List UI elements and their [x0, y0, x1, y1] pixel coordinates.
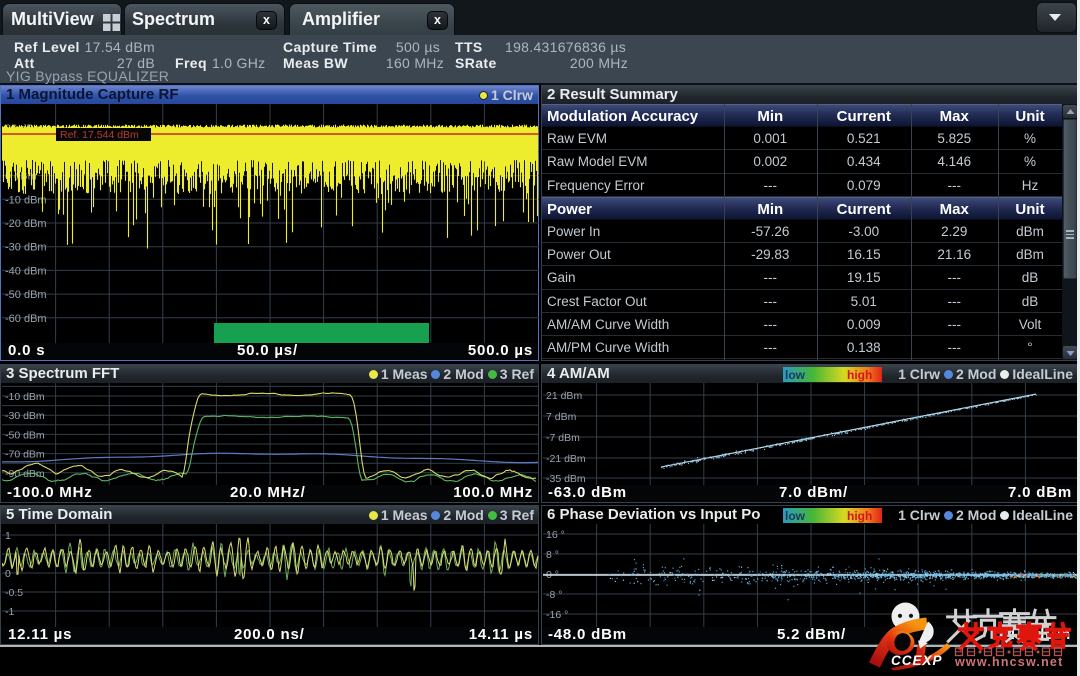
- svg-text:low: low: [785, 368, 806, 382]
- svg-text:-40 dBm: -40 dBm: [5, 265, 47, 277]
- svg-text:low: low: [785, 509, 806, 523]
- svg-text:-70 dBm: -70 dBm: [5, 449, 45, 461]
- svg-text:-1: -1: [5, 606, 14, 618]
- svg-text:1: 1: [5, 530, 11, 542]
- svg-text:CCEXP: CCEXP: [891, 653, 943, 668]
- svg-text:7 dBm: 7 dBm: [546, 411, 577, 423]
- svg-text:high: high: [847, 368, 872, 382]
- svg-text:-8 °: -8 °: [546, 589, 562, 601]
- svg-text:-30 dBm: -30 dBm: [5, 242, 47, 254]
- svg-text:-50 dBm: -50 dBm: [5, 429, 45, 441]
- svg-text:www.hncsw.net: www.hncsw.net: [954, 655, 1063, 669]
- svg-text:-20 dBm: -20 dBm: [5, 218, 47, 230]
- svg-text:-16 °: -16 °: [546, 609, 568, 621]
- svg-text:0: 0: [5, 568, 11, 580]
- svg-text:-50 dBm: -50 dBm: [5, 289, 47, 301]
- svg-text:-30 dBm: -30 dBm: [5, 410, 45, 422]
- svg-text:high: high: [847, 509, 872, 523]
- svg-text:-10 dBm: -10 dBm: [5, 194, 47, 206]
- svg-text:8 °: 8 °: [546, 549, 559, 561]
- svg-text:-21 dBm: -21 dBm: [546, 453, 586, 465]
- svg-text:16 °: 16 °: [546, 529, 565, 541]
- svg-text:21 dBm: 21 dBm: [546, 390, 582, 402]
- svg-text:Ref. 17.544 dBm: Ref. 17.544 dBm: [60, 129, 139, 141]
- svg-text:-60 dBm: -60 dBm: [5, 313, 47, 325]
- svg-text:-0.5: -0.5: [5, 587, 23, 599]
- svg-text:-10 dBm: -10 dBm: [5, 391, 45, 403]
- svg-text:-7 dBm: -7 dBm: [546, 432, 580, 444]
